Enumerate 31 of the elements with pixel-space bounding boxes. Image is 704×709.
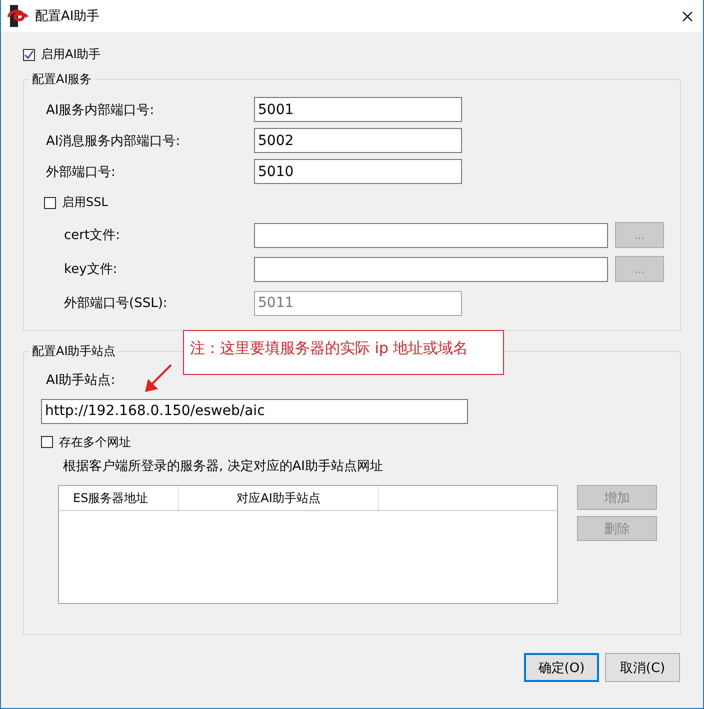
input-field[interactable]: 5002 (254, 128, 462, 153)
input-field[interactable]: 5010 (254, 159, 462, 184)
app-logo-icon (7, 5, 29, 27)
group-title: 配置AI助手站点 (30, 343, 118, 360)
column-header[interactable]: ES服务器地址 (59, 486, 179, 510)
field-label: 外部端口号(SSL): (64, 295, 168, 312)
input-field[interactable]: 5001 (254, 97, 462, 122)
checkbox-label: 启用AI助手 (41, 46, 101, 63)
group-title: 配置AI服务 (30, 71, 94, 88)
description-text: 根据客户端所登录的服务器, 决定对应的AI助手站点网址 (63, 458, 383, 475)
checkbox[interactable] (23, 48, 35, 60)
checkbox[interactable] (44, 196, 56, 208)
field-label: AI助手站点: (46, 372, 116, 389)
checkbox-label: 存在多个网址 (59, 434, 131, 450)
annotation-arrow (143, 364, 173, 394)
column-header[interactable]: 对应AI助手站点 (179, 486, 379, 510)
dialog-button[interactable]: 取消(C) (605, 653, 680, 682)
dialog-button[interactable]: 确定(O) (524, 653, 599, 682)
field-label: AI消息服务内部端口号: (46, 132, 182, 150)
url-field[interactable]: http://192.168.0.150/esweb/aic (41, 398, 468, 424)
field-label: key文件: (64, 261, 118, 278)
window-title: 配置AI助手 (35, 8, 101, 25)
input-field[interactable] (254, 222, 608, 248)
checkbox-label: 启用SSL (62, 194, 108, 211)
checkbox[interactable] (41, 436, 53, 448)
input-field[interactable] (254, 256, 608, 282)
field-label: AI服务内部端口号: (46, 102, 156, 118)
field-label: cert文件: (64, 227, 121, 244)
field-label: 外部端口号: (46, 164, 116, 180)
close-icon[interactable] (682, 10, 693, 22)
annotation-note: 注：这里要填服务器的实际 ip 地址或域名 (183, 330, 504, 375)
